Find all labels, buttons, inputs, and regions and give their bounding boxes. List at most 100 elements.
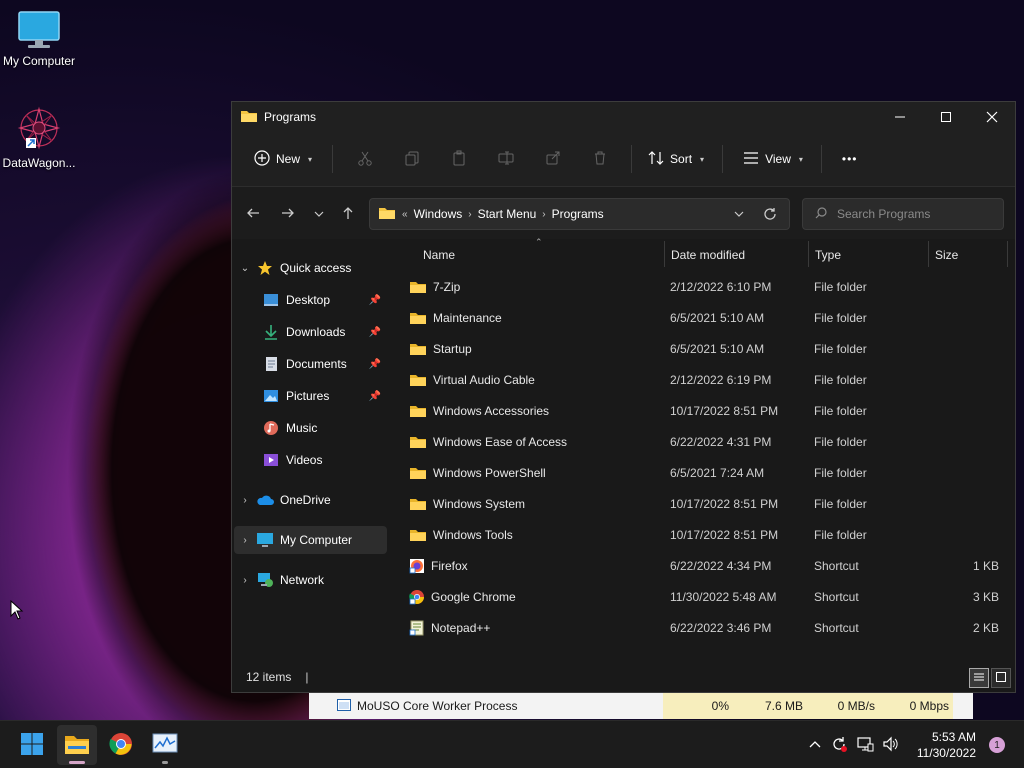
address-bar[interactable]: « Windows › Start Menu › Programs <box>369 198 790 230</box>
file-explorer-window: Programs New ▾ Sort ▾ View ▾ ••• « Windo… <box>231 101 1016 765</box>
chevron-down-icon: ▾ <box>308 154 313 164</box>
mouse-cursor-icon <box>10 599 24 623</box>
sidebar-item-desktop[interactable]: Desktop 📌 <box>262 286 387 314</box>
folder-icon <box>409 311 427 325</box>
file-name-cell: Virtual Audio Cable <box>409 364 535 395</box>
pin-icon: 📌 <box>368 390 381 402</box>
large-icons-view-button[interactable] <box>991 668 1011 688</box>
rename-button[interactable] <box>482 143 529 175</box>
sidebar-item-quick-access[interactable]: ⌄ Quick access <box>234 254 387 282</box>
sidebar-item-videos[interactable]: Videos <box>262 446 387 474</box>
details-view-button[interactable] <box>969 668 989 688</box>
column-header-name[interactable]: Name <box>423 239 663 271</box>
file-type: File folder <box>814 496 867 511</box>
file-row[interactable]: Notepad++ 6/22/2022 3:46 PM Shortcut 2 KB <box>405 612 999 643</box>
address-history-chevron-icon[interactable] <box>727 210 751 218</box>
file-row[interactable]: Windows Tools 10/17/2022 8:51 PM File fold… <box>405 519 999 550</box>
task-manager-process-row[interactable]: MoUSO Core Worker Process 0% 7.6 MB 0 MB… <box>309 693 973 719</box>
clock[interactable]: 5:53 AM 11/30/2022 <box>917 729 976 761</box>
minimize-button[interactable] <box>877 102 923 132</box>
column-header-date-modified[interactable]: Date modified <box>671 239 807 271</box>
arrow-up-icon <box>341 206 355 223</box>
volume-icon[interactable] <box>882 736 900 755</box>
breadcrumb-separator: › <box>468 208 472 220</box>
share-button[interactable] <box>529 143 576 175</box>
file-row[interactable]: Windows Ease of Access 6/22/2022 4:31 PM F… <box>405 426 999 457</box>
sidebar-item-label: Pictures <box>286 389 330 403</box>
search-input[interactable] <box>837 207 987 221</box>
breadcrumb-windows[interactable]: Windows <box>414 207 463 221</box>
chevron-right-icon[interactable]: › <box>234 575 256 586</box>
copy-button[interactable] <box>388 143 435 175</box>
file-name: Maintenance <box>433 310 502 325</box>
sidebar-item-onedrive[interactable]: › OneDrive <box>234 486 387 514</box>
file-row[interactable]: Startup 6/5/2021 5:10 AM File folder <box>405 333 999 364</box>
file-row[interactable]: Maintenance 6/5/2021 5:10 AM File folder <box>405 302 999 333</box>
running-indicator <box>162 761 168 764</box>
file-name: Windows Tools <box>433 527 513 542</box>
music-icon <box>262 419 280 437</box>
title-bar[interactable]: Programs <box>232 102 1015 132</box>
forward-button[interactable] <box>271 198 305 230</box>
details-view-icon <box>973 671 985 686</box>
show-hidden-icons-chevron-icon[interactable] <box>808 738 822 752</box>
file-row[interactable]: Windows PowerShell 6/5/2021 7:24 AM File f… <box>405 457 999 488</box>
network-status-icon[interactable] <box>856 736 874 755</box>
file-row[interactable]: Google Chrome 11/30/2022 5:48 AM Shortcut 3… <box>405 581 999 612</box>
see-more-button[interactable]: ••• <box>838 143 862 175</box>
file-row[interactable]: Firefox 6/22/2022 4:34 PM Shortcut 1 KB <box>405 550 999 581</box>
chevron-right-icon[interactable]: › <box>234 535 256 546</box>
plus-circle-icon <box>254 149 270 169</box>
sidebar-item-documents[interactable]: Documents 📌 <box>262 350 387 378</box>
sidebar-item-my-computer[interactable]: › My Computer <box>234 526 387 554</box>
breadcrumb-overflow[interactable]: « <box>402 209 408 220</box>
sidebar-item-label: Quick access <box>280 261 352 275</box>
view-list-icon <box>743 151 759 168</box>
delete-button[interactable] <box>576 143 623 175</box>
file-row[interactable]: 7-Zip 2/12/2022 6:10 PM File folder <box>405 271 999 302</box>
desktop-icon-my-computer[interactable]: My Computer <box>0 10 78 68</box>
refresh-icon[interactable] <box>755 207 785 221</box>
paste-button[interactable] <box>435 143 482 175</box>
up-button[interactable] <box>331 198 365 230</box>
monitor-icon <box>256 531 274 549</box>
start-button[interactable] <box>12 725 52 765</box>
process-network: 0 Mbps <box>879 693 953 719</box>
sidebar-item-pictures[interactable]: Pictures 📌 <box>262 382 387 410</box>
close-button[interactable] <box>969 102 1015 132</box>
rename-icon <box>498 150 514 169</box>
column-header-label: Size <box>935 248 959 262</box>
navigation-bar: « Windows › Start Menu › Programs <box>232 187 1015 239</box>
back-button[interactable] <box>236 198 270 230</box>
column-header-type[interactable]: Type <box>815 239 927 271</box>
column-header-size[interactable]: Size <box>935 239 1005 271</box>
file-row[interactable]: Virtual Audio Cable 2/12/2022 6:19 PM File… <box>405 364 999 395</box>
notification-badge[interactable]: 1 <box>989 737 1005 753</box>
file-name-cell: Windows Ease of Access <box>409 426 567 457</box>
sidebar-item-music[interactable]: Music <box>262 414 387 442</box>
view-button[interactable]: View ▾ <box>739 143 807 175</box>
breadcrumb-start-menu[interactable]: Start Menu <box>478 207 537 221</box>
update-icon[interactable] <box>830 735 848 756</box>
file-date: 6/22/2022 4:34 PM <box>670 558 772 573</box>
breadcrumb-programs[interactable]: Programs <box>552 207 604 221</box>
window-title: Programs <box>264 110 317 124</box>
taskbar-task-manager[interactable] <box>145 725 185 765</box>
sidebar-item-network[interactable]: › Network <box>234 566 387 594</box>
file-row[interactable]: Windows Accessories 10/17/2022 8:51 PM Fil… <box>405 395 999 426</box>
desktop-icon-datawagon[interactable]: DataWagon... <box>0 106 78 170</box>
chevron-right-icon[interactable]: › <box>234 495 256 506</box>
pin-icon: 📌 <box>368 358 381 370</box>
sort-button[interactable]: Sort ▾ <box>644 143 708 175</box>
taskbar-chrome[interactable] <box>101 725 141 765</box>
cut-button[interactable] <box>341 143 388 175</box>
file-row[interactable]: Windows System 10/17/2022 8:51 PM File fol… <box>405 488 999 519</box>
sidebar-item-label: Videos <box>286 453 323 467</box>
new-button[interactable]: New ▾ <box>250 143 316 175</box>
chevron-down-icon[interactable]: ⌄ <box>234 263 256 274</box>
taskbar-file-explorer[interactable] <box>57 725 97 765</box>
sidebar-item-downloads[interactable]: Downloads 📌 <box>262 318 387 346</box>
maximize-button[interactable] <box>923 102 969 132</box>
folder-icon <box>409 373 427 387</box>
search-box[interactable] <box>802 198 1004 230</box>
